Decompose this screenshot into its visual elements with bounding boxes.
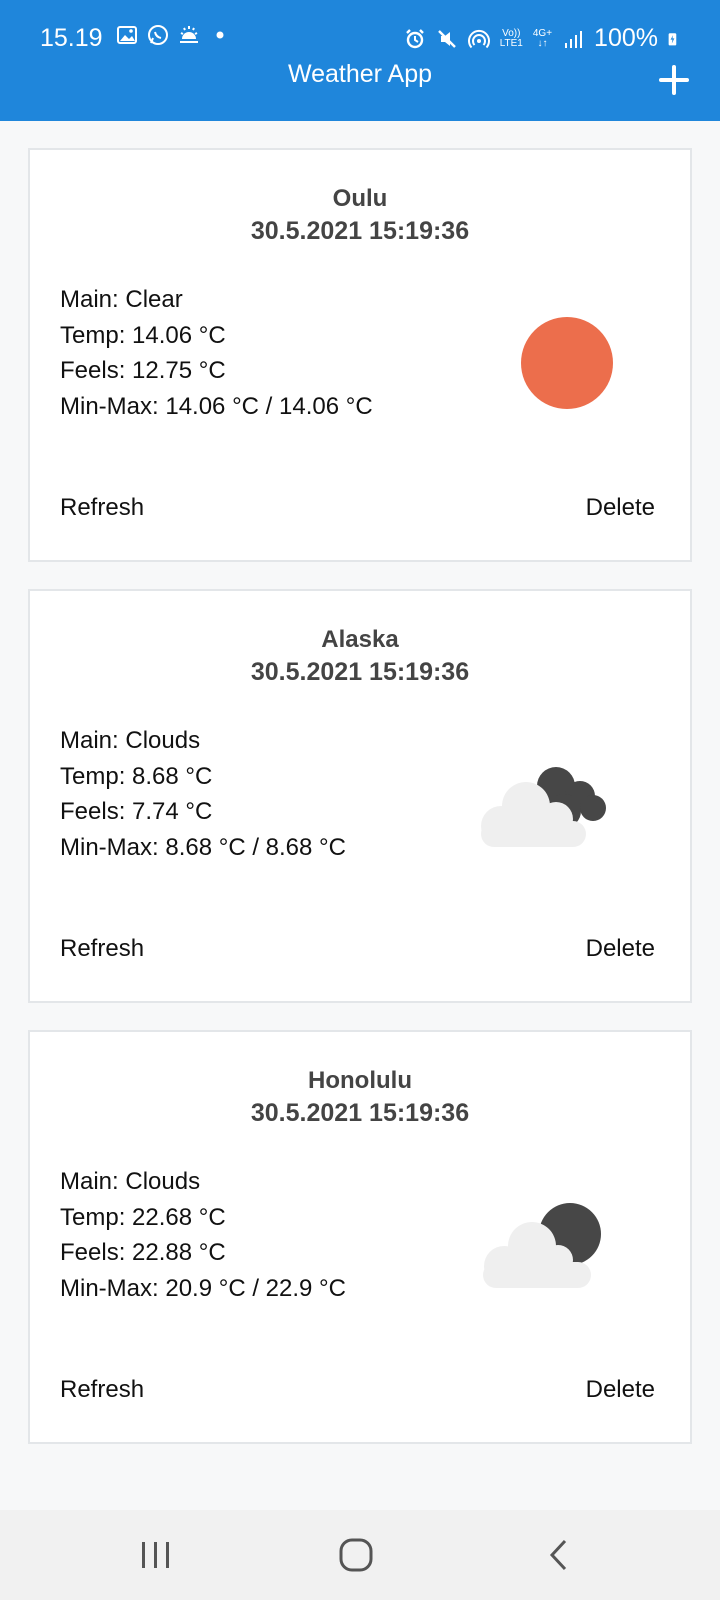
app-bar: 15.19 Vo)) LTE1 4G+ ↓↑ 100% Weather App — [0, 0, 720, 121]
back-icon[interactable] — [540, 1535, 580, 1575]
whatsapp-icon — [148, 25, 168, 45]
recent-apps-icon[interactable] — [136, 1535, 176, 1575]
feels-like: Feels: 22.88 °C — [60, 1239, 226, 1266]
feels-like: Feels: 12.75 °C — [60, 357, 226, 384]
status-right-icons: Vo)) LTE1 4G+ ↓↑ 100% — [404, 24, 682, 53]
add-city-button[interactable] — [656, 62, 692, 98]
delete-button[interactable]: Delete — [586, 494, 655, 522]
gallery-icon — [117, 26, 137, 44]
mute-icon — [437, 29, 456, 48]
city-name: Alaska — [321, 626, 399, 653]
city-name: Honolulu — [308, 1067, 412, 1094]
weather-card-alaska: Alaska 30.5.2021 15:19:36 Main: Clouds T… — [28, 589, 692, 1003]
home-icon[interactable] — [336, 1535, 376, 1575]
main-condition: Main: Clear — [60, 286, 183, 313]
delete-button[interactable]: Delete — [586, 1376, 655, 1404]
scattered-clouds-icon — [483, 1203, 601, 1288]
network-type: 4G+ ↓↑ — [532, 27, 553, 49]
signal-icon — [565, 30, 583, 48]
temperature: Temp: 22.68 °C — [60, 1203, 226, 1231]
weather-card-honolulu: Honolulu 30.5.2021 15:19:36 Main: Clouds… — [28, 1030, 692, 1444]
battery-charging-icon — [668, 32, 677, 45]
battery-percent: 100% — [594, 24, 658, 52]
notification-dot-icon — [216, 31, 224, 39]
refresh-button[interactable]: Refresh — [60, 494, 144, 522]
volte-indicator: Vo)) LTE1 — [499, 27, 523, 49]
app-title: Weather App — [287, 60, 433, 88]
weather-details: Main: Clouds Temp: 22.68 °C Feels: 22.88… — [60, 1164, 346, 1306]
system-nav-bar — [0, 1510, 720, 1600]
feels-like: Feels: 7.74 °C — [60, 798, 213, 825]
min-max: Min-Max: 14.06 °C / 14.06 °C — [60, 392, 373, 420]
card-datetime: 30.5.2021 15:19:36 — [250, 658, 470, 686]
temperature: Temp: 8.68 °C — [60, 762, 213, 790]
city-name: Oulu — [332, 185, 388, 212]
alarm-icon — [405, 28, 424, 48]
refresh-button[interactable]: Refresh — [60, 1376, 144, 1404]
card-datetime: 30.5.2021 15:19:36 — [250, 217, 470, 245]
weather-card-oulu: Oulu 30.5.2021 15:19:36 Main: Clear Temp… — [28, 148, 692, 562]
delete-button[interactable]: Delete — [586, 935, 655, 963]
broken-clouds-icon — [481, 767, 606, 847]
hotspot-icon — [467, 29, 490, 48]
main-condition: Main: Clouds — [60, 1168, 201, 1195]
weather-details: Main: Clear Temp: 14.06 °C Feels: 12.75 … — [60, 282, 373, 424]
main-condition: Main: Clouds — [60, 727, 201, 754]
min-max: Min-Max: 8.68 °C / 8.68 °C — [60, 833, 346, 861]
min-max: Min-Max: 20.9 °C / 22.9 °C — [60, 1274, 346, 1302]
status-time: 15.19 — [40, 24, 103, 52]
weather-details: Main: Clouds Temp: 8.68 °C Feels: 7.74 °… — [60, 723, 346, 865]
clear-sun-icon — [521, 317, 613, 409]
temperature: Temp: 14.06 °C — [60, 321, 226, 349]
weather-sunrise-icon — [180, 26, 198, 43]
card-datetime: 30.5.2021 15:19:36 — [250, 1099, 470, 1127]
status-left-icons — [116, 24, 231, 46]
refresh-button[interactable]: Refresh — [60, 935, 144, 963]
